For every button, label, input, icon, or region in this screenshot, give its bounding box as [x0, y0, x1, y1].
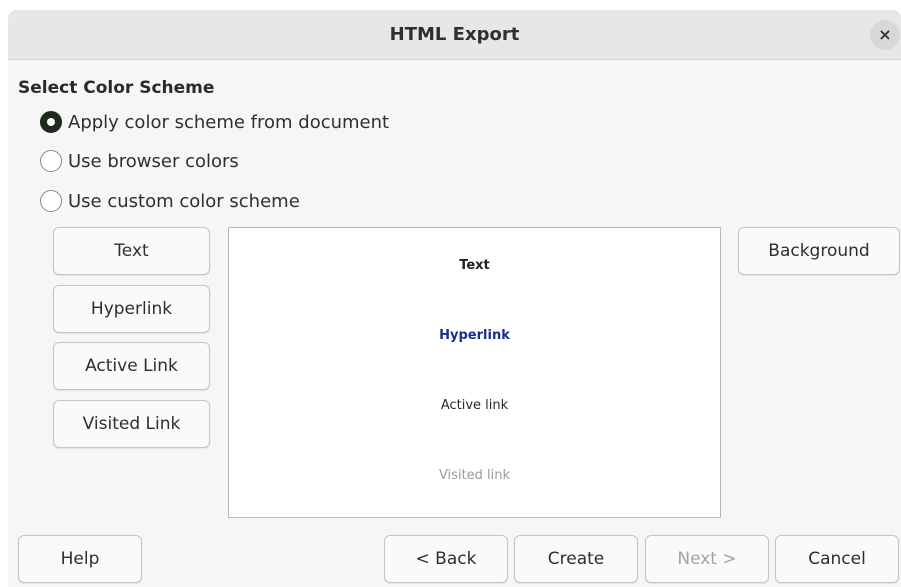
dialog-title: HTML Export	[389, 24, 520, 45]
radio-label: Apply color scheme from document	[68, 111, 390, 133]
create-button[interactable]: Create	[514, 535, 638, 583]
back-button[interactable]: < Back	[384, 535, 508, 583]
radio-label: Use browser colors	[68, 150, 239, 172]
close-icon: ×	[878, 25, 892, 44]
color-preview-panel: Text Hyperlink Active link Visited link	[228, 227, 721, 518]
radio-use-custom-scheme[interactable]: Use custom color scheme	[40, 189, 300, 213]
hyperlink-color-button[interactable]: Hyperlink	[53, 285, 210, 333]
preview-active-link: Active link	[440, 398, 509, 413]
close-button[interactable]: ×	[870, 20, 900, 50]
radio-button[interactable]	[40, 150, 62, 172]
section-title: Select Color Scheme	[18, 78, 215, 98]
preview-visited-link: Visited link	[438, 468, 511, 483]
cancel-button[interactable]: Cancel	[775, 535, 899, 583]
background-color-button[interactable]: Background	[738, 227, 900, 275]
radio-use-browser-colors[interactable]: Use browser colors	[40, 149, 239, 173]
text-color-button[interactable]: Text	[53, 227, 210, 275]
radio-apply-document-scheme[interactable]: Apply color scheme from document	[40, 110, 389, 134]
preview-hyperlink: Hyperlink	[439, 328, 510, 343]
radio-button[interactable]	[40, 190, 62, 212]
next-button[interactable]: Next >	[645, 535, 769, 583]
preview-text: Text	[459, 258, 490, 273]
radio-label: Use custom color scheme	[68, 190, 300, 212]
help-button[interactable]: Help	[18, 535, 142, 583]
radio-button-checked[interactable]	[40, 111, 62, 133]
active-link-color-button[interactable]: Active Link	[53, 342, 210, 390]
visited-link-color-button[interactable]: Visited Link	[53, 400, 210, 448]
title-bar: HTML Export ×	[8, 10, 901, 60]
